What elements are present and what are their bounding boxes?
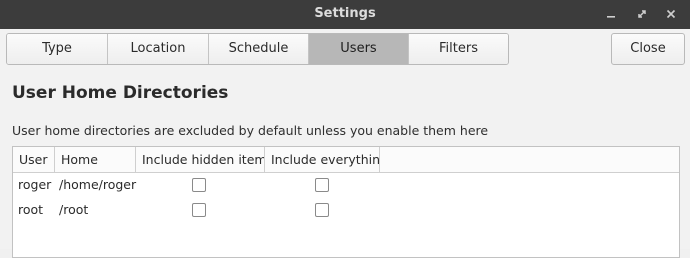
tab-bar: Type Location Schedule Users Filters [6,33,509,65]
settings-window: Type Location Schedule Users Filters Clo… [0,29,690,258]
section-description: User home directories are excluded by de… [12,123,489,138]
tab-type[interactable]: Type [7,34,108,64]
window-title: Settings [314,6,376,21]
include-everything-checkbox[interactable] [315,203,329,217]
include-hidden-checkbox[interactable] [192,203,206,217]
section-heading: User Home Directories [12,83,229,103]
window-titlebar: Settings [0,0,690,29]
tab-users[interactable]: Users [309,34,409,64]
table-row[interactable]: roger /home/roger [13,173,679,197]
column-header-user[interactable]: User [13,147,55,172]
cell-home: /root [59,202,89,217]
table-row[interactable]: root /root [13,198,679,222]
column-header-include-hidden[interactable]: Include hidden items [136,147,265,172]
include-everything-checkbox[interactable] [315,178,329,192]
column-header-home[interactable]: Home [55,147,136,172]
cell-home: /home/roger [59,177,137,192]
tab-schedule[interactable]: Schedule [209,34,309,64]
user-home-table: User Home Include hidden items Include e… [12,146,680,258]
table-header: User Home Include hidden items Include e… [13,147,679,173]
include-hidden-checkbox[interactable] [192,178,206,192]
column-header-filler [380,147,679,172]
close-icon[interactable] [660,3,682,25]
minimize-icon[interactable] [600,3,622,25]
tab-filters[interactable]: Filters [409,34,508,64]
close-button[interactable]: Close [611,33,685,65]
maximize-icon[interactable] [631,3,653,25]
tab-location[interactable]: Location [108,34,209,64]
cell-user: root [18,202,44,217]
column-header-include-everything[interactable]: Include everything [265,147,380,172]
cell-user: roger [18,177,52,192]
